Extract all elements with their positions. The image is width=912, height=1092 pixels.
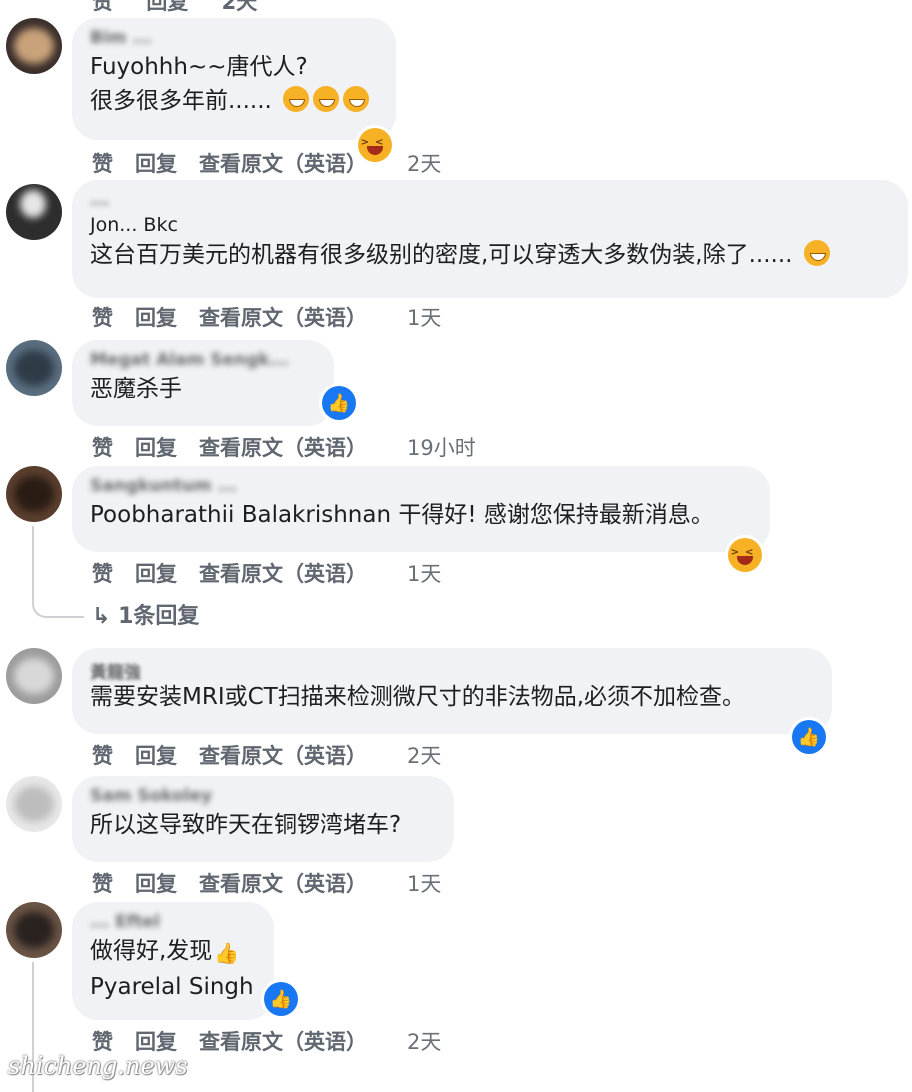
comment-bubble: ... Jon... Bkc 这台百万美元的机器有很多级别的密度,可以穿透大多数…: [72, 180, 908, 298]
avatar[interactable]: [6, 184, 62, 240]
like-link[interactable]: 赞: [92, 0, 113, 14]
comment-author[interactable]: Bim ...: [90, 28, 376, 50]
see-original-link[interactable]: 查看原文（英语）: [199, 148, 367, 178]
comment-time: 2天: [407, 744, 442, 768]
comment-time: 2天: [407, 1030, 442, 1054]
comment-text-line: 很多很多年前......: [90, 84, 376, 118]
comment-time: 2天: [407, 152, 442, 176]
like-link[interactable]: 赞: [92, 302, 113, 332]
see-original-link[interactable]: 查看原文（英语）: [199, 432, 367, 462]
reply-link[interactable]: 回复: [135, 148, 177, 178]
grin-emoji-icon: [343, 86, 370, 112]
comment-text-line: 做得好,发现 👍: [90, 934, 254, 970]
comment-time: 2天: [221, 0, 258, 14]
comment-bubble: Megat Alam Sengk... 恶魔杀手: [72, 340, 334, 426]
haha-reaction-icon[interactable]: ><: [728, 538, 762, 572]
comment-actions: 赞回复 查看原文（英语） 1天: [92, 558, 463, 588]
see-original-link[interactable]: 查看原文（英语）: [199, 302, 367, 332]
like-link[interactable]: 赞: [92, 868, 113, 898]
comment-author[interactable]: ...: [90, 190, 888, 212]
thread-connector: [32, 526, 84, 618]
comment-text: 所以这导致昨天在铜锣湾堵车?: [90, 812, 402, 838]
comment-text-line: 这台百万美元的机器有很多级别的密度,可以穿透大多数伪装,除了......: [90, 238, 888, 272]
comment-actions: 赞回复 查看原文（英语） 1天: [92, 302, 463, 332]
comment-bubble: 黃龍強 需要安装MRI或CT扫描来检测微尺寸的非法物品,必须不加检查。: [72, 648, 832, 734]
comment-bubble: Sam Sokoley 所以这导致昨天在铜锣湾堵车?: [72, 776, 454, 862]
comment-time: 19小时: [407, 436, 476, 460]
avatar[interactable]: [6, 18, 62, 74]
like-link[interactable]: 赞: [92, 558, 113, 588]
comment-time: 1天: [407, 562, 442, 586]
see-original-link[interactable]: 查看原文（英语）: [199, 740, 367, 770]
comment-text: Fuyohhh~~唐代人?: [90, 54, 308, 80]
reply-link[interactable]: 回复: [146, 0, 188, 14]
reply-link[interactable]: 回复: [135, 558, 177, 588]
reply-link[interactable]: 回复: [135, 868, 177, 898]
reply-link[interactable]: 回复: [135, 432, 177, 462]
reply-arrow-icon: ↳: [92, 604, 111, 629]
avatar[interactable]: [6, 648, 62, 704]
comment-author[interactable]: ... Eftel: [90, 912, 254, 934]
like-link[interactable]: 赞: [92, 432, 113, 462]
like-reaction-icon[interactable]: 👍: [792, 720, 826, 754]
comment-text: Poobharathii Balakrishnan 干得好! 感谢您保持最新消息…: [90, 502, 714, 528]
comment-text-line: 需要安装MRI或CT扫描来检测微尺寸的非法物品,必须不加检查。: [90, 680, 812, 714]
comment-author[interactable]: Sam Sokoley: [90, 786, 434, 808]
see-original-link[interactable]: 查看原文（英语）: [199, 1026, 367, 1056]
avatar[interactable]: [6, 466, 62, 522]
like-reaction-icon[interactable]: 👍: [322, 386, 356, 420]
comment-text-line: 所以这导致昨天在铜锣湾堵车?: [90, 808, 434, 842]
mentioned-user[interactable]: Jon... Bkc: [90, 214, 178, 236]
avatar[interactable]: [6, 776, 62, 832]
grin-emoji-icon: [283, 86, 310, 112]
comment-text-line: 恶魔杀手: [90, 372, 314, 406]
mentioned-user[interactable]: Pyarelal Singh: [90, 974, 254, 1000]
comment-actions: 赞回复 查看原文（英语） 2天: [92, 148, 463, 178]
grin-emoji-icon: [803, 240, 830, 266]
avatar[interactable]: [6, 902, 62, 958]
comment-text: 做得好,发现: [90, 938, 213, 964]
see-original-link[interactable]: 查看原文（英语）: [199, 558, 367, 588]
thumbs-up-emoji-icon: 👍: [214, 941, 240, 965]
site-watermark: shicheng.news: [8, 1052, 188, 1080]
comment-mention[interactable]: Pyarelal Singh: [90, 970, 254, 1004]
grin-emoji-icon: [313, 86, 340, 112]
comment-time: 1天: [407, 306, 442, 330]
reply-link[interactable]: 回复: [135, 302, 177, 332]
comment-actions: 赞回复 查看原文（英语） 19小时: [92, 432, 498, 462]
previous-comment-actions: 赞 回复 2天: [92, 0, 283, 16]
comment-text-line: Poobharathii Balakrishnan 干得好! 感谢您保持最新消息…: [90, 498, 750, 532]
like-reaction-icon[interactable]: 👍: [264, 982, 298, 1016]
comment-text: 很多很多年前......: [90, 88, 272, 114]
see-original-link[interactable]: 查看原文（英语）: [199, 868, 367, 898]
comment-bubble: ... Eftel 做得好,发现 👍 Pyarelal Singh: [72, 902, 274, 1020]
replies-count: 1条回复: [118, 604, 200, 629]
comment-text: 恶魔杀手: [90, 376, 182, 402]
like-link[interactable]: 赞: [92, 740, 113, 770]
comment-text: 这台百万美元的机器有很多级别的密度,可以穿透大多数伪装,除了......: [90, 242, 793, 268]
like-link[interactable]: 赞: [92, 148, 113, 178]
comment-author[interactable]: Megat Alam Sengk...: [90, 350, 314, 372]
comment-text: 需要安装MRI或CT扫描来检测微尺寸的非法物品,必须不加检查。: [90, 684, 746, 710]
comment-bubble: Sangkuntum ... Poobharathii Balakrishnan…: [72, 466, 770, 552]
comment-author[interactable]: Sangkuntum ...: [90, 476, 750, 498]
view-replies-link[interactable]: ↳ 1条回复: [92, 598, 199, 630]
comment-actions: 赞回复 查看原文（英语） 1天: [92, 868, 463, 898]
reply-link[interactable]: 回复: [135, 740, 177, 770]
comment-time: 1天: [407, 872, 442, 896]
comment-author[interactable]: 黃龍強: [90, 658, 812, 680]
comment-mention[interactable]: Jon... Bkc: [90, 212, 888, 238]
comment-text-line: Fuyohhh~~唐代人?: [90, 50, 376, 84]
comment-actions: 赞回复 查看原文（英语） 2天: [92, 740, 463, 770]
avatar[interactable]: [6, 340, 62, 396]
comment-bubble: Bim ... Fuyohhh~~唐代人? 很多很多年前......: [72, 18, 396, 140]
